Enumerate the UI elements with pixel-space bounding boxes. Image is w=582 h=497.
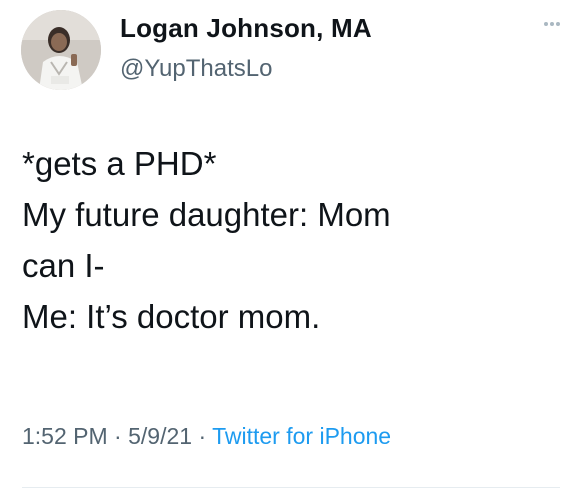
tweet-line: Me: It’s doctor mom. [22,298,321,335]
tweet-time[interactable]: 1:52 PM [22,423,108,449]
avatar[interactable] [21,10,101,90]
divider [22,487,560,488]
profile-photo-icon [21,10,101,90]
tweet-text: *gets a PHD* My future daughter: Mom can… [22,138,562,342]
more-options-icon[interactable] [537,12,567,36]
author-display-name[interactable]: Logan Johnson, MA [120,13,372,44]
tweet-line: My future daughter: Mom [22,196,391,233]
author-handle[interactable]: @YupThatsLo [120,55,272,83]
tweet-line: can I- [22,247,105,284]
tweet-line: *gets a PHD* [22,145,217,182]
tweet-date[interactable]: 5/9/21 [128,423,192,449]
meta-separator: · [114,423,122,449]
tweet-source-link[interactable]: Twitter for iPhone [212,423,391,449]
meta-separator: · [198,423,207,449]
tweet-card: Logan Johnson, MA @YupThatsLo *gets a PH… [0,0,582,497]
tweet-metadata: 1:52 PM · 5/9/21 · Twitter for iPhone [22,423,391,450]
